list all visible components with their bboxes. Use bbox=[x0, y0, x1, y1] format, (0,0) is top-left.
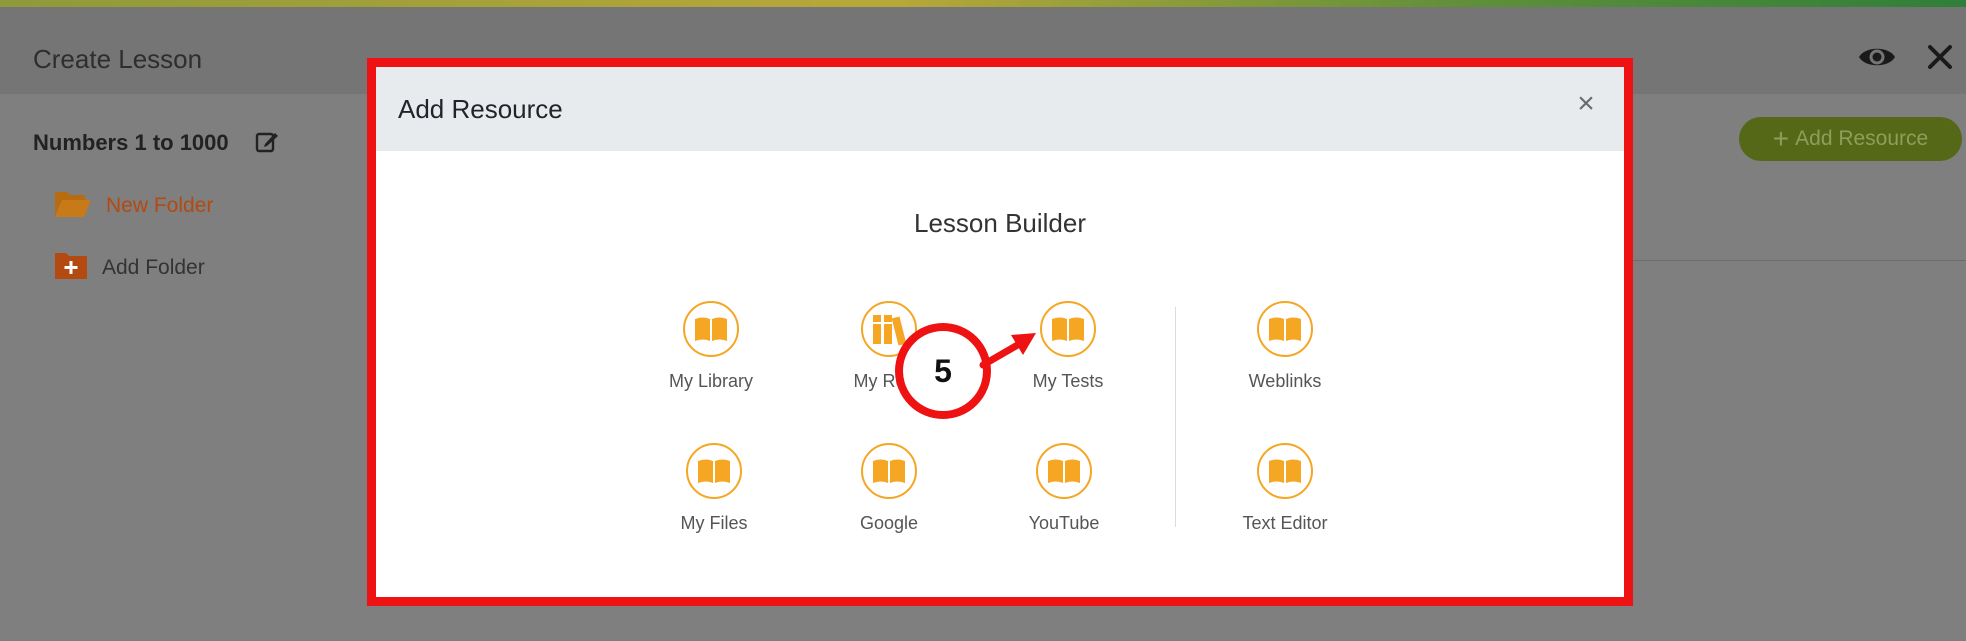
book-icon bbox=[686, 443, 742, 499]
add-folder-button[interactable]: Add Folder bbox=[54, 250, 205, 285]
resource-label: Text Editor bbox=[1242, 513, 1328, 533]
modal-title: Add Resource bbox=[398, 94, 563, 124]
add-resource-label: Add Resource bbox=[1795, 127, 1929, 150]
folder-label: New Folder bbox=[106, 193, 214, 217]
close-icon[interactable] bbox=[1920, 37, 1960, 77]
top-accent-strip bbox=[0, 0, 1966, 7]
resource-youtube[interactable]: YouTube bbox=[984, 443, 1144, 534]
book-icon bbox=[1040, 301, 1096, 357]
eye-icon[interactable] bbox=[1857, 37, 1897, 77]
add-folder-icon bbox=[54, 250, 88, 285]
book-icon bbox=[1036, 443, 1092, 499]
modal-close-button[interactable]: × bbox=[1572, 89, 1600, 119]
resource-my-files[interactable]: My Files bbox=[634, 443, 794, 534]
resource-label: My Library bbox=[668, 371, 753, 391]
open-folder-icon bbox=[54, 188, 92, 223]
resource-label: Weblinks bbox=[1248, 371, 1322, 391]
arrow-icon bbox=[979, 333, 1036, 369]
folder-item-new-folder[interactable]: New Folder bbox=[54, 188, 213, 223]
section-divider bbox=[1175, 307, 1176, 527]
page-title: Create Lesson bbox=[33, 44, 203, 74]
section-title: Lesson Builder bbox=[914, 208, 1086, 238]
book-icon bbox=[1257, 443, 1313, 499]
book-icon bbox=[1257, 301, 1313, 357]
add-resource-button[interactable]: + Add Resource bbox=[1739, 117, 1962, 161]
book-icon bbox=[861, 443, 917, 499]
resource-google[interactable]: Google bbox=[809, 443, 969, 534]
book-icon bbox=[683, 301, 739, 357]
resource-label: YouTube bbox=[1028, 513, 1100, 533]
lesson-name: Numbers 1 to 1000 bbox=[33, 130, 229, 155]
folder-label: Add Folder bbox=[102, 255, 205, 279]
divider bbox=[1625, 260, 1966, 261]
edit-icon[interactable] bbox=[255, 130, 279, 154]
resource-weblinks[interactable]: Weblinks bbox=[1205, 301, 1365, 392]
resource-text-editor[interactable]: Text Editor bbox=[1205, 443, 1365, 534]
plus-icon: + bbox=[1772, 123, 1790, 154]
resource-label: My Files bbox=[680, 513, 748, 533]
resource-my-library[interactable]: My Library bbox=[631, 301, 791, 392]
resource-label: Google bbox=[859, 513, 919, 533]
modal-header: Add Resource × bbox=[376, 67, 1624, 151]
